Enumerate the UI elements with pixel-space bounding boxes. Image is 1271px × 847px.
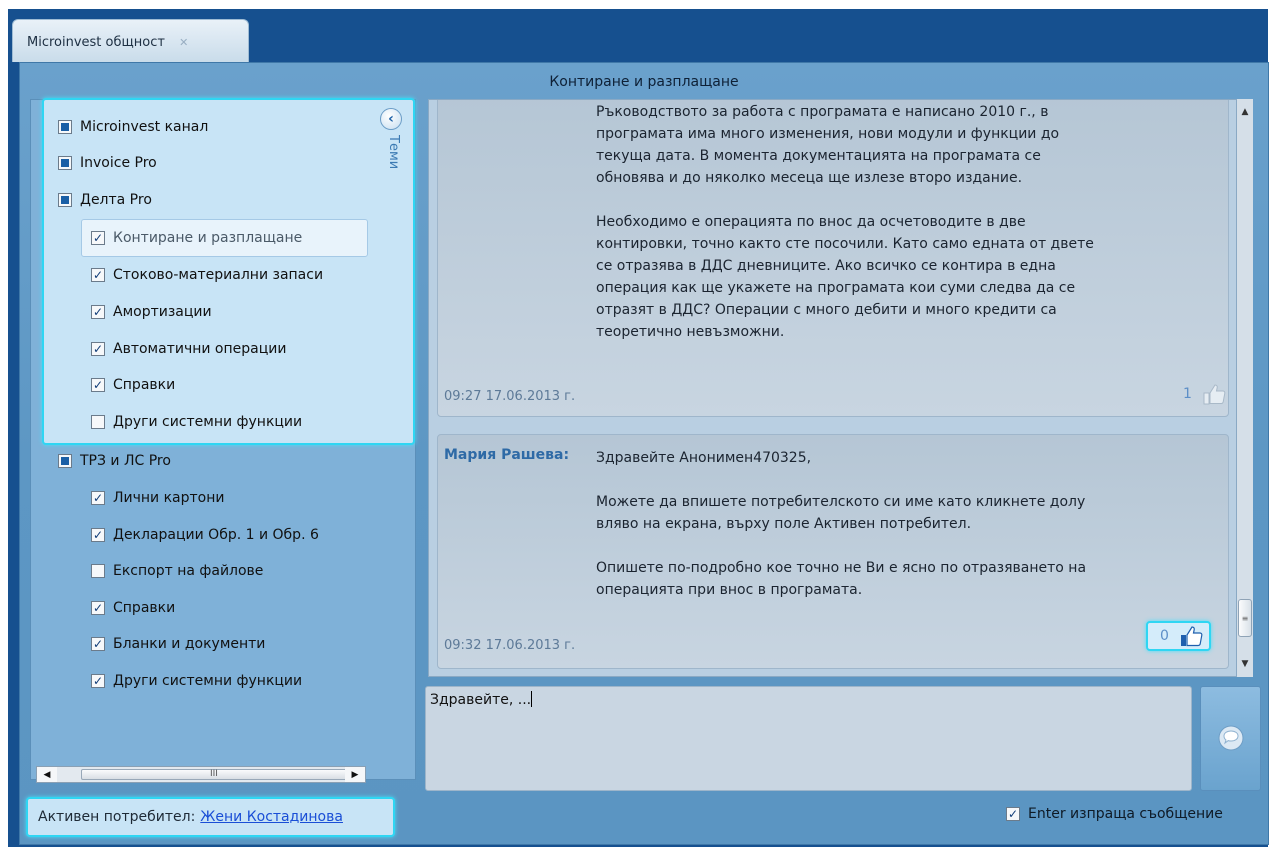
tree-item-label: Справки [113, 377, 176, 393]
scroll-right-icon[interactable]: ▶ [345, 767, 365, 782]
tree-item-label: Други системни функции [113, 414, 303, 430]
scrollbar-thumb[interactable]: III [81, 769, 353, 780]
tree-item-label: Справки [113, 600, 176, 616]
like-count: 1 [1183, 386, 1192, 402]
scroll-up-icon[interactable]: ▲ [1237, 103, 1253, 120]
tree-checkbox[interactable] [91, 564, 105, 578]
tree-checkbox[interactable] [91, 674, 105, 688]
tree-item[interactable]: Други системни функции [91, 411, 302, 433]
tree-item[interactable]: Лични картони [91, 487, 225, 509]
tree-checkbox[interactable] [91, 415, 105, 429]
tree-checkbox[interactable] [91, 491, 105, 505]
tree-checkbox[interactable] [91, 528, 105, 542]
tree-item-label: Microinvest канал [80, 119, 209, 135]
tree-checkbox[interactable] [91, 231, 105, 245]
like-control[interactable]: 0 [1146, 621, 1211, 651]
active-user-link[interactable]: Жени Костадинова [200, 809, 343, 825]
tree-item-label: Бланки и документи [113, 636, 266, 652]
active-user-bar: Активен потребител: Жени Костадинова [26, 797, 395, 837]
tree-item-label: Делта Pro [80, 192, 152, 208]
message-input-value: Здравейте, ... [430, 692, 532, 708]
tree-checkbox[interactable] [91, 342, 105, 356]
tree-checkbox[interactable] [58, 454, 72, 468]
text-caret [531, 691, 533, 707]
page-title: Контиране и разплащане [549, 74, 739, 90]
tree-checkbox[interactable] [58, 193, 72, 207]
tree-item-label: Автоматични операции [113, 341, 287, 357]
tree-item[interactable]: Експорт на файлове [91, 560, 263, 582]
message-card: Мария Рашева: Здравейте Анонимен470325, … [437, 434, 1229, 669]
like-control[interactable]: 1 [1183, 383, 1226, 405]
message-timestamp: 09:32 17.06.2013 г. [444, 638, 576, 653]
tree-item[interactable]: Стоково-материални запаси [91, 264, 323, 286]
tree-checkbox[interactable] [58, 156, 72, 170]
tree-item-label: Контиране и разплащане [113, 230, 303, 246]
scrollbar-thumb[interactable]: ≡ [1238, 599, 1252, 637]
tree-item-label: Стоково-материални запаси [113, 267, 324, 283]
tree-item-label: Декларации Обр. 1 и Обр. 6 [113, 527, 319, 543]
vertical-scrollbar[interactable]: ▲ ≡ ▼ [1236, 99, 1253, 677]
tree-checkbox[interactable] [91, 305, 105, 319]
message-list: Ръководството за работа с програмата е н… [428, 99, 1253, 677]
tree-item[interactable]: Амортизации [91, 301, 212, 323]
tree-checkbox[interactable] [58, 120, 72, 134]
tree-checkbox[interactable] [91, 637, 105, 651]
message-text: Ръководството за работа с програмата е н… [596, 104, 1094, 340]
enter-sends-label: Enter изпраща съобщение [1028, 806, 1223, 822]
message-card: Ръководството за работа с програмата е н… [437, 100, 1229, 417]
tree-item-label: Други системни функции [113, 673, 303, 689]
tree-item[interactable]: Други системни функции [91, 670, 302, 692]
send-button[interactable] [1200, 686, 1261, 791]
topics-panel-label[interactable]: Теми [383, 135, 401, 185]
tree-item[interactable]: Делта Pro [58, 189, 152, 211]
tree-item[interactable]: Invoice Pro [58, 152, 157, 174]
tree-item-selected[interactable]: Контиране и разплащане [91, 227, 302, 249]
message-input[interactable]: Здравейте, ... [425, 686, 1192, 791]
tree-item[interactable]: Microinvest канал [58, 116, 208, 138]
tree-item[interactable]: Бланки и документи [91, 633, 265, 655]
active-user-label: Активен потребител: [38, 809, 196, 825]
enter-sends-option[interactable]: Enter изпраща съобщение [1006, 806, 1223, 822]
chat-bubble-icon [1218, 725, 1243, 750]
tree-item[interactable]: ТРЗ и ЛС Pro [58, 450, 171, 472]
like-count: 0 [1160, 628, 1169, 644]
tree-item-label: Амортизации [113, 304, 212, 320]
message-timestamp: 09:27 17.06.2013 г. [444, 389, 576, 404]
tree-item[interactable]: Справки [91, 374, 175, 396]
tree-checkbox[interactable] [91, 268, 105, 282]
thumbs-up-icon[interactable] [1202, 383, 1226, 405]
tree-item-label: Лични картони [113, 490, 225, 506]
message-text: Здравейте Анонимен470325, Можете да впиш… [596, 450, 1087, 598]
tab-microinvest-community[interactable]: Microinvest общност ✕ [12, 19, 249, 62]
scroll-left-icon[interactable]: ◀ [37, 767, 57, 782]
tree-item-label: Invoice Pro [80, 155, 157, 171]
tab-title: Microinvest общност [27, 35, 165, 50]
tree-item[interactable]: Автоматични операции [91, 338, 286, 360]
tree-item-label: Експорт на файлове [113, 563, 264, 579]
close-icon[interactable]: ✕ [179, 36, 188, 49]
tree-checkbox[interactable] [91, 378, 105, 392]
tree-item[interactable]: Декларации Обр. 1 и Обр. 6 [91, 524, 319, 546]
tree-item-label: ТРЗ и ЛС Pro [80, 453, 171, 469]
scroll-down-icon[interactable]: ▼ [1237, 655, 1253, 672]
tree-item[interactable]: Справки [91, 597, 175, 619]
message-author: Мария Рашева: [444, 447, 570, 463]
horizontal-scrollbar[interactable]: ◀ III ▶ [36, 766, 366, 783]
collapse-chevron-left-icon[interactable]: ‹ [380, 108, 402, 130]
tree-checkbox[interactable] [91, 601, 105, 615]
thumbs-up-icon[interactable] [1179, 625, 1203, 647]
grip-icon: III [210, 769, 218, 779]
enter-sends-checkbox[interactable] [1006, 807, 1020, 821]
